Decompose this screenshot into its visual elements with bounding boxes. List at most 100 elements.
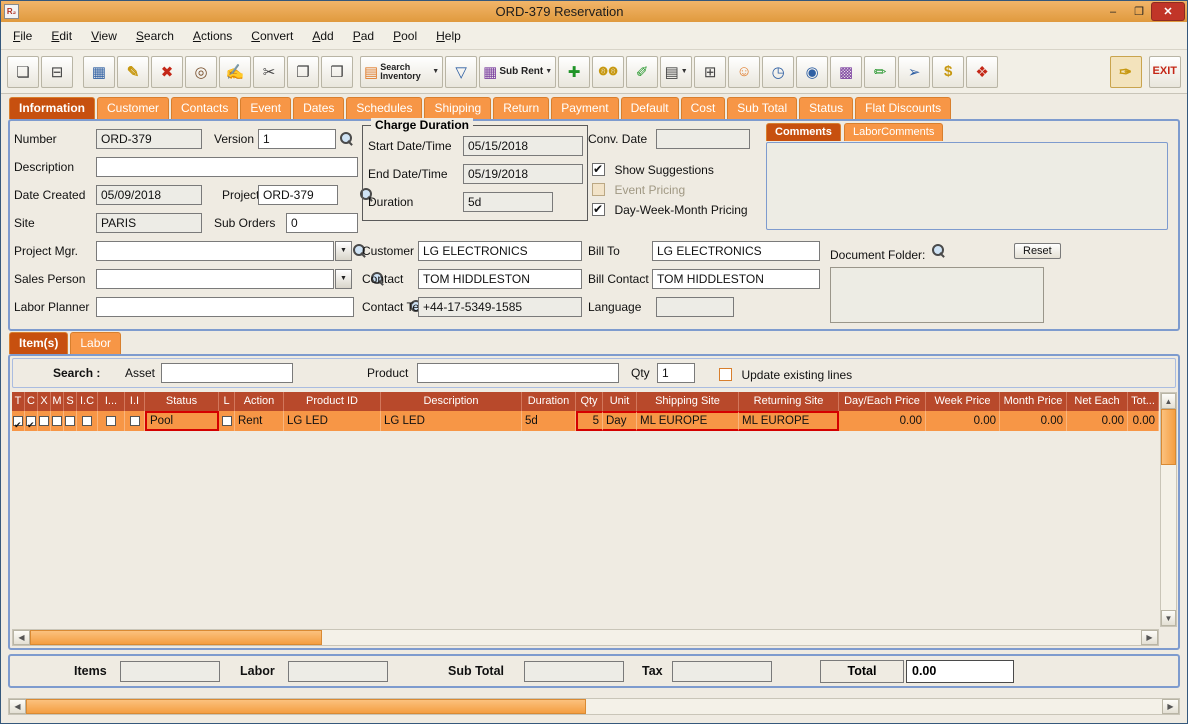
description-cell[interactable]: LG LED — [381, 411, 522, 431]
scrollbar-thumb[interactable] — [1161, 409, 1176, 465]
tax-input[interactable] — [672, 661, 772, 682]
tab-items[interactable]: Item(s) — [9, 332, 69, 354]
items-total-input[interactable] — [120, 661, 220, 682]
menu-item[interactable]: Pad — [353, 29, 374, 43]
tab[interactable]: Cost — [680, 97, 726, 119]
menu-item[interactable]: Convert — [251, 29, 293, 43]
sub-orders-input[interactable] — [286, 213, 358, 233]
members-button[interactable]: ❽❽ — [592, 55, 625, 88]
print-preview-button[interactable]: ⊞ — [694, 55, 727, 88]
row-checkbox-t[interactable] — [13, 415, 23, 431]
tab-labor-comments[interactable]: LaborComments — [844, 123, 944, 141]
minimize-button[interactable]: – — [1100, 3, 1126, 20]
scrollbar-thumb[interactable] — [26, 699, 586, 714]
column-header[interactable]: X — [38, 392, 51, 411]
end-date-input[interactable] — [463, 164, 583, 184]
project-mgr-dropdown[interactable]: ▼ — [335, 241, 352, 261]
items-h-scrollbar[interactable]: ◀ ▶ — [12, 629, 1159, 646]
reset-button[interactable]: Reset — [1014, 243, 1061, 259]
search-inventory-button[interactable]: ▤ Search Inventory ▼ — [360, 55, 444, 88]
scroll-left-icon[interactable]: ◀ — [13, 630, 30, 645]
date-created-input[interactable] — [96, 185, 202, 205]
duration-cell[interactable]: 5d — [522, 411, 576, 431]
add-line-button[interactable]: ✚ — [558, 55, 591, 88]
row-checkbox-ic[interactable] — [82, 416, 92, 426]
tab[interactable]: Schedules — [346, 97, 423, 119]
cut-button[interactable]: ✂ — [253, 55, 285, 88]
tab[interactable]: Contacts — [171, 97, 239, 119]
column-header[interactable]: M — [51, 392, 64, 411]
scrollbar-thumb[interactable] — [30, 630, 322, 645]
net-each-cell[interactable]: 0.00 — [1067, 411, 1128, 431]
month-price-cell[interactable]: 0.00 — [1000, 411, 1067, 431]
day-week-month-checkbox[interactable] — [592, 202, 605, 217]
notes-button[interactable]: ✐ — [626, 55, 659, 88]
column-header[interactable]: T — [12, 392, 25, 411]
version-input[interactable] — [258, 129, 336, 149]
puzzle-button[interactable]: ❖ — [966, 55, 999, 88]
tab[interactable]: Customer — [97, 97, 170, 119]
column-header[interactable]: Description — [381, 392, 522, 411]
menu-item[interactable]: Search — [136, 29, 174, 43]
cube-button[interactable]: ▩ — [830, 55, 863, 88]
tab-labor[interactable]: Labor — [70, 332, 122, 354]
column-header[interactable]: I.C — [77, 392, 98, 411]
paste-button[interactable]: ❒ — [321, 55, 353, 88]
status-cell[interactable]: Pool — [145, 411, 219, 431]
project-mgr-input[interactable] — [96, 241, 334, 261]
scroll-right-icon[interactable]: ▶ — [1162, 699, 1179, 714]
smiley-button[interactable]: ☺ — [728, 55, 761, 88]
save-button[interactable]: ▦ — [83, 55, 115, 88]
customer-input[interactable] — [418, 241, 582, 261]
column-header[interactable]: Product ID — [284, 392, 381, 411]
column-header[interactable]: Day/Each Price — [839, 392, 926, 411]
show-suggestions-checkbox[interactable] — [592, 162, 605, 177]
column-header[interactable]: Unit — [603, 392, 637, 411]
scroll-up-icon[interactable]: ▲ — [1161, 393, 1176, 409]
print-button[interactable]: ⊟ — [41, 55, 73, 88]
items-v-scrollbar[interactable]: ▲ ▼ — [1160, 392, 1177, 627]
column-header[interactable]: Tot... — [1128, 392, 1159, 411]
labor-total-input[interactable] — [288, 661, 388, 682]
row-checkbox-ii[interactable] — [129, 416, 140, 426]
conv-date-input[interactable] — [656, 129, 750, 149]
tab[interactable]: Sub Total — [727, 97, 798, 119]
write-button[interactable]: ✏ — [864, 55, 897, 88]
tab[interactable]: Event — [240, 97, 292, 119]
scroll-down-icon[interactable]: ▼ — [1161, 610, 1176, 626]
table-row[interactable]: Pool Rent LG LED LG LED 5d 5 Day ML EURO… — [12, 411, 1159, 431]
key-button[interactable]: ➢ — [898, 55, 931, 88]
delete-button[interactable]: ✖ — [151, 55, 183, 88]
copy-button[interactable]: ❐ — [287, 55, 319, 88]
window-h-scrollbar[interactable]: ◀ ▶ — [8, 698, 1180, 715]
column-header[interactable]: Status — [145, 392, 219, 411]
shipping-site-cell[interactable]: ML EUROPE — [637, 411, 739, 431]
scroll-left-icon[interactable]: ◀ — [9, 699, 26, 714]
tab[interactable]: Shipping — [424, 97, 492, 119]
qty-cell[interactable]: 5 — [576, 411, 603, 431]
find-button[interactable]: ◎ — [185, 55, 217, 88]
row-checkbox-i[interactable] — [106, 416, 116, 426]
contact-tel-input[interactable] — [418, 297, 582, 317]
tab[interactable]: Status — [799, 97, 854, 119]
column-header[interactable]: Action — [235, 392, 284, 411]
menu-item[interactable]: Add — [312, 29, 333, 43]
number-input[interactable] — [96, 129, 202, 149]
column-header[interactable]: C — [25, 392, 38, 411]
history-button[interactable]: ◷ — [762, 55, 795, 88]
returning-site-cell[interactable]: ML EUROPE — [739, 411, 839, 431]
bill-to-input[interactable] — [652, 241, 820, 261]
filter-button[interactable]: ▽ — [445, 55, 478, 88]
document-folder-box[interactable] — [830, 267, 1044, 323]
layers-button[interactable]: ▤ ▼ — [660, 55, 693, 88]
column-header[interactable]: Month Price — [1000, 392, 1067, 411]
menu-item[interactable]: File — [13, 29, 32, 43]
menu-item[interactable]: Actions — [193, 29, 232, 43]
tab[interactable]: Default — [620, 97, 679, 119]
tab[interactable]: Flat Discounts — [855, 97, 952, 119]
unit-cell[interactable]: Day — [603, 411, 637, 431]
day-each-price-cell[interactable]: 0.00 — [839, 411, 926, 431]
qty-input[interactable] — [657, 363, 695, 383]
row-checkbox-x[interactable] — [39, 416, 49, 426]
l-checkbox[interactable] — [221, 416, 232, 426]
